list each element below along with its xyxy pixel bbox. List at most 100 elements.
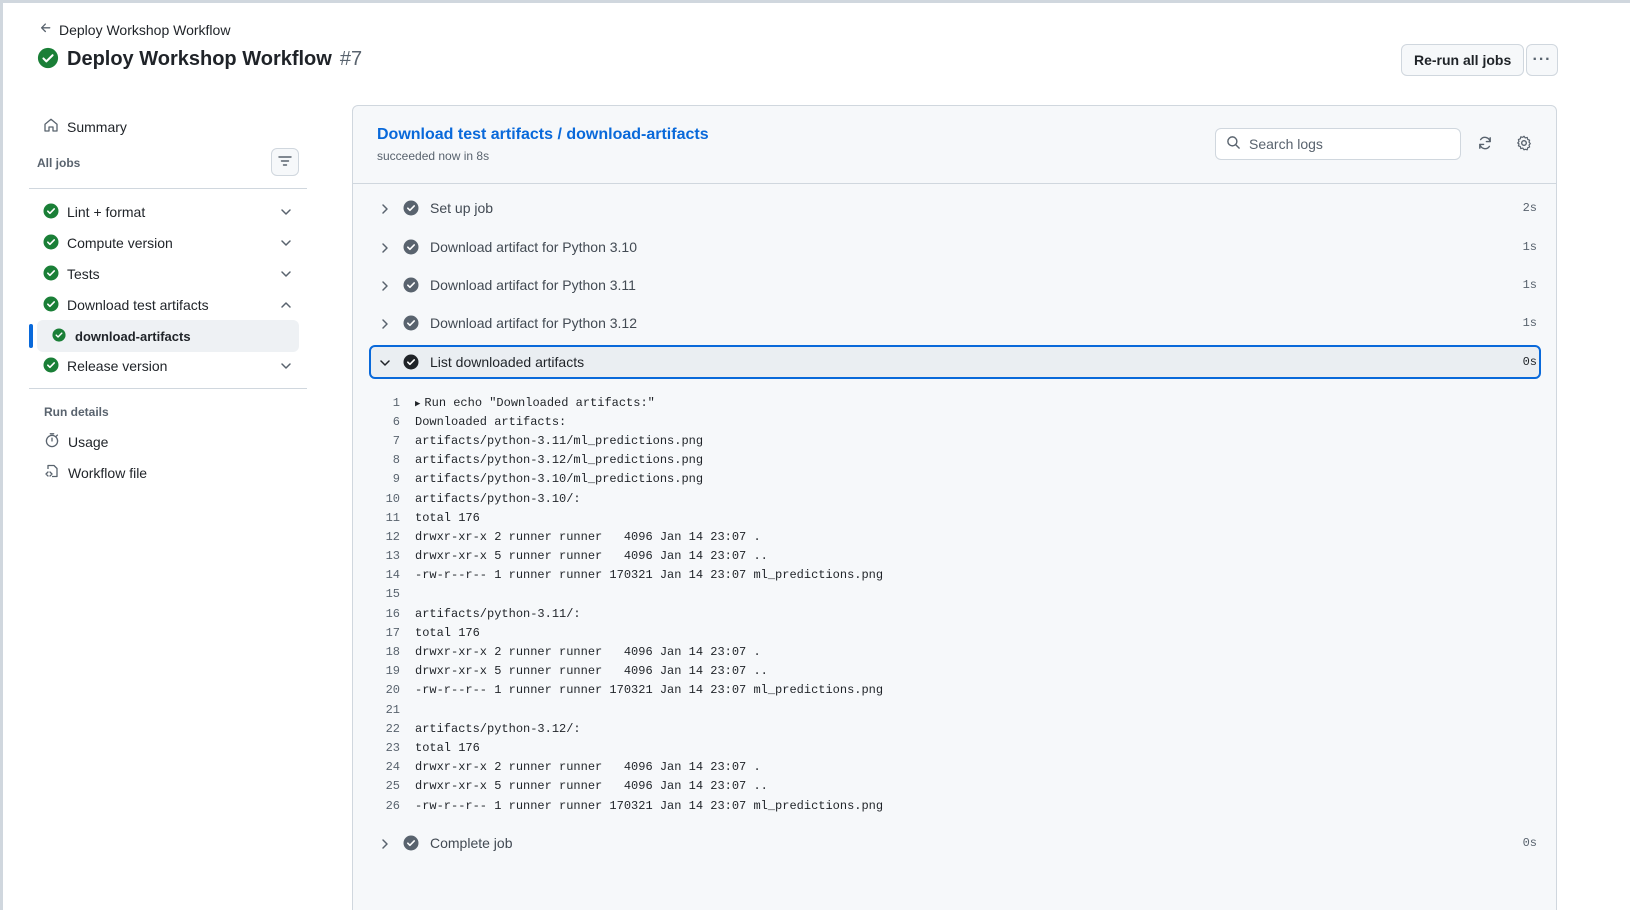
line-number[interactable]: 13 bbox=[369, 549, 415, 563]
log-line: 7 artifacts/python-3.11/ml_predictions.pn… bbox=[369, 431, 1541, 450]
step-download-artifact-3-12[interactable]: Download artifact for Python 3.12 1s bbox=[369, 306, 1541, 340]
chevron-down-icon[interactable] bbox=[279, 205, 293, 219]
line-number[interactable]: 22 bbox=[369, 722, 415, 736]
filter-button[interactable] bbox=[271, 148, 299, 176]
line-number[interactable]: 8 bbox=[369, 453, 415, 467]
check-circle-fill-icon bbox=[403, 200, 419, 216]
check-circle-fill-icon bbox=[403, 239, 419, 255]
sidebar-item-summary[interactable]: Summary bbox=[43, 117, 127, 136]
line-number[interactable]: 17 bbox=[369, 626, 415, 640]
line-number[interactable]: 6 bbox=[369, 415, 415, 429]
line-number[interactable]: 14 bbox=[369, 568, 415, 582]
step-duration: 1s bbox=[1522, 278, 1537, 292]
sidebar-job-lint-format[interactable]: Lint + format bbox=[43, 200, 293, 224]
log-line: 21 bbox=[369, 700, 1541, 719]
log-line: 17 total 176 bbox=[369, 623, 1541, 642]
search-logs-input[interactable] bbox=[1249, 136, 1449, 152]
check-circle-fill-icon bbox=[52, 327, 75, 345]
step-download-artifact-3-11[interactable]: Download artifact for Python 3.11 1s bbox=[369, 268, 1541, 302]
sidebar-item-label: Usage bbox=[68, 433, 109, 450]
step-duration: 0s bbox=[1522, 836, 1537, 850]
check-circle-fill-icon bbox=[403, 835, 419, 851]
line-number[interactable]: 24 bbox=[369, 760, 415, 774]
log-text: drwxr-xr-x 2 runner runner 4096 Jan 14 2… bbox=[415, 645, 761, 660]
line-number[interactable]: 15 bbox=[369, 587, 415, 601]
job-status-text: succeeded now in 8s bbox=[377, 149, 490, 163]
rerun-all-jobs-button[interactable]: Re-run all jobs bbox=[1401, 44, 1525, 76]
log-text: Run echo "Downloaded artifacts:" bbox=[424, 395, 655, 410]
settings-button[interactable] bbox=[1515, 135, 1533, 153]
sidebar-item-workflow-file[interactable]: Workflow file bbox=[44, 463, 147, 482]
step-list-downloaded-artifacts[interactable]: List downloaded artifacts 0s bbox=[369, 345, 1541, 379]
sidebar-job-release-version[interactable]: Release version bbox=[43, 354, 293, 378]
log-line: 24 drwxr-xr-x 2 runner runner 4096 Jan 14… bbox=[369, 758, 1541, 777]
log-text: drwxr-xr-x 2 runner runner 4096 Jan 14 2… bbox=[415, 760, 761, 775]
workflow-title: Deploy Workshop Workflow bbox=[67, 48, 332, 70]
log-line: 22 artifacts/python-3.12/: bbox=[369, 719, 1541, 738]
line-number[interactable]: 19 bbox=[369, 664, 415, 678]
log-line: 12 drwxr-xr-x 2 runner runner 4096 Jan 14… bbox=[369, 527, 1541, 546]
job-header: Download test artifacts / download-artif… bbox=[353, 106, 1556, 184]
file-code-icon bbox=[44, 463, 60, 482]
check-circle-fill-icon bbox=[43, 265, 67, 284]
chevron-up-icon[interactable] bbox=[279, 298, 293, 312]
job-label: Download test artifacts bbox=[67, 297, 209, 313]
log-text: -rw-r--r-- 1 runner runner 170321 Jan 14… bbox=[415, 798, 884, 813]
chevron-right-icon bbox=[379, 837, 391, 849]
line-number[interactable]: 10 bbox=[369, 492, 415, 506]
line-number[interactable]: 7 bbox=[369, 434, 415, 448]
kebab-horizontal-icon: ··· bbox=[1532, 51, 1552, 68]
log-text: -rw-r--r-- 1 runner runner 170321 Jan 14… bbox=[415, 568, 884, 583]
search-logs-field[interactable] bbox=[1215, 128, 1461, 160]
log-line: 8 artifacts/python-3.12/ml_predictions.pn… bbox=[369, 451, 1541, 470]
job-label: Tests bbox=[67, 266, 100, 282]
back-link[interactable]: Deploy Workshop Workflow bbox=[39, 21, 230, 38]
sidebar-job-download-test-artifacts[interactable]: Download test artifacts bbox=[43, 293, 293, 317]
check-circle-fill-icon bbox=[43, 357, 67, 376]
chevron-down-icon[interactable] bbox=[279, 359, 293, 373]
line-number[interactable]: 25 bbox=[369, 779, 415, 793]
line-number[interactable]: 11 bbox=[369, 511, 415, 525]
sidebar-item-label: Summary bbox=[67, 118, 127, 135]
log-line: 23 total 176 bbox=[369, 738, 1541, 757]
step-name: Set up job bbox=[430, 200, 494, 216]
subjob-label: download-artifacts bbox=[75, 328, 191, 344]
sidebar-item-usage[interactable]: Usage bbox=[44, 432, 108, 451]
step-download-artifact-3-10[interactable]: Download artifact for Python 3.10 1s bbox=[369, 230, 1541, 264]
triangle-right-icon[interactable]: ▶ bbox=[415, 399, 420, 409]
line-number[interactable]: 18 bbox=[369, 645, 415, 659]
chevron-down-icon[interactable] bbox=[279, 236, 293, 250]
home-icon bbox=[43, 117, 59, 136]
more-options-button[interactable]: ··· bbox=[1526, 44, 1558, 76]
chevron-right-icon bbox=[379, 241, 391, 253]
chevron-right-icon bbox=[379, 279, 391, 291]
log-line: 10 artifacts/python-3.10/: bbox=[369, 489, 1541, 508]
sidebar-job-compute-version[interactable]: Compute version bbox=[43, 231, 293, 255]
line-number[interactable]: 21 bbox=[369, 703, 415, 717]
chevron-down-icon[interactable] bbox=[279, 267, 293, 281]
job-log-panel: Download test artifacts / download-artif… bbox=[352, 105, 1557, 910]
line-number[interactable]: 20 bbox=[369, 683, 415, 697]
back-link-label: Deploy Workshop Workflow bbox=[59, 21, 231, 38]
line-number[interactable]: 26 bbox=[369, 799, 415, 813]
line-number[interactable]: 12 bbox=[369, 530, 415, 544]
arrow-left-icon bbox=[39, 21, 53, 38]
log-line[interactable]: 1 ▶ Run echo "Downloaded artifacts:" bbox=[369, 393, 1541, 412]
step-complete-job[interactable]: Complete job 0s bbox=[369, 826, 1541, 860]
line-number[interactable]: 9 bbox=[369, 472, 415, 486]
page-title: Deploy Workshop Workflow #7 bbox=[37, 47, 362, 72]
refresh-button[interactable] bbox=[1476, 135, 1494, 153]
check-circle-fill-icon bbox=[43, 296, 67, 315]
step-set-up-job[interactable]: Set up job 2s bbox=[369, 191, 1541, 225]
log-line: 11 total 176 bbox=[369, 508, 1541, 527]
log-text: drwxr-xr-x 5 runner runner 4096 Jan 14 2… bbox=[415, 779, 768, 794]
line-number[interactable]: 1 bbox=[369, 396, 415, 410]
line-number[interactable]: 16 bbox=[369, 607, 415, 621]
gear-icon bbox=[1516, 135, 1532, 154]
line-number[interactable]: 23 bbox=[369, 741, 415, 755]
sidebar-subjob-download-artifacts[interactable]: download-artifacts bbox=[37, 320, 299, 352]
sidebar-job-tests[interactable]: Tests bbox=[43, 262, 293, 286]
log-line: 16 artifacts/python-3.11/: bbox=[369, 604, 1541, 623]
job-title-link[interactable]: Download test artifacts / download-artif… bbox=[377, 126, 709, 144]
run-details-heading: Run details bbox=[44, 405, 109, 419]
